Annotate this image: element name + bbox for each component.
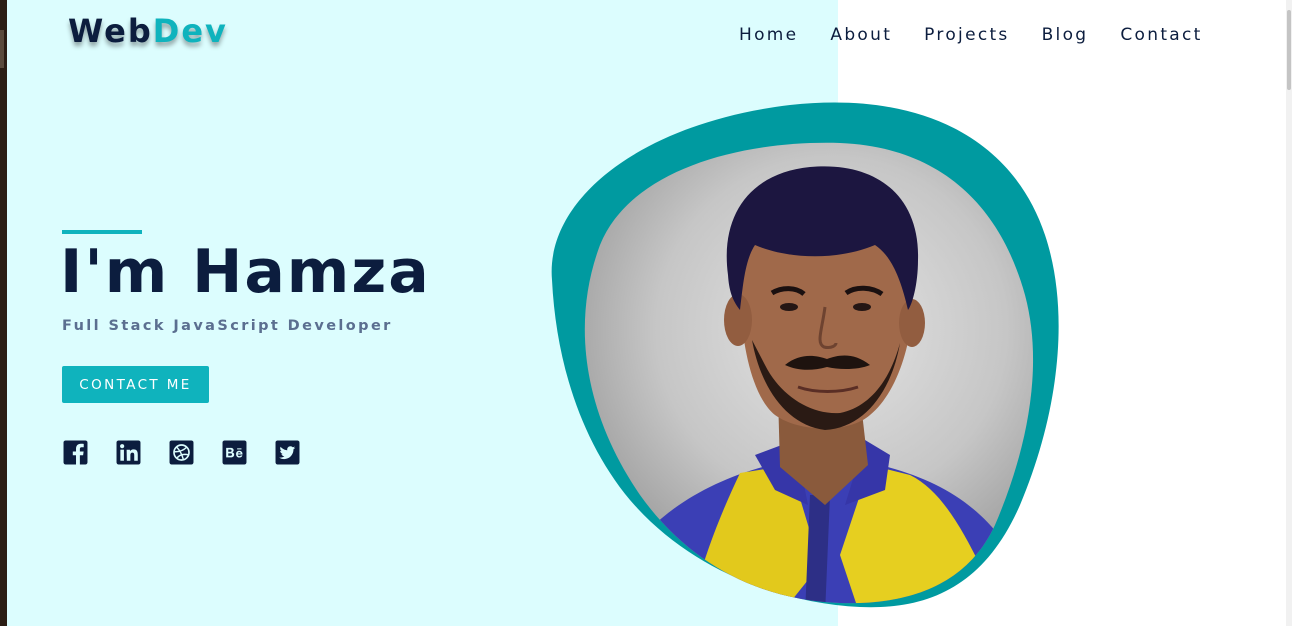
- nav-link-contact[interactable]: Contact: [1120, 24, 1202, 46]
- brand-logo-part2: Dev: [152, 12, 228, 50]
- contact-me-button[interactable]: CONTACT ME: [62, 366, 209, 403]
- facebook-icon[interactable]: [63, 440, 88, 465]
- window-edge: [0, 0, 7, 626]
- linkedin-icon[interactable]: [116, 440, 141, 465]
- brand-logo-part1: Web: [68, 12, 153, 50]
- window-edge-handle: [0, 30, 4, 68]
- hero-subtitle: Full Stack JavaScript Developer: [62, 318, 393, 334]
- nav-link-home[interactable]: Home: [739, 24, 798, 46]
- page: WebDev Home About Projects Blog Contact …: [0, 0, 1292, 626]
- profile-photo: [551, 102, 1059, 608]
- profile-portrait: [540, 95, 1070, 615]
- nav-link-blog[interactable]: Blog: [1042, 24, 1089, 46]
- hero-title: I'm Hamza: [60, 237, 431, 307]
- main-nav: Home About Projects Blog Contact: [739, 24, 1203, 46]
- vertical-scrollbar[interactable]: [1286, 0, 1292, 626]
- nav-link-about[interactable]: About: [830, 24, 892, 46]
- behance-icon[interactable]: [222, 440, 247, 465]
- scrollbar-thumb[interactable]: [1287, 10, 1291, 90]
- dribbble-icon[interactable]: [169, 440, 194, 465]
- twitter-icon[interactable]: [275, 440, 300, 465]
- brand-logo[interactable]: WebDev: [68, 12, 228, 50]
- nav-link-projects[interactable]: Projects: [924, 24, 1009, 46]
- social-links: [63, 440, 300, 465]
- title-accent-line: [62, 230, 142, 234]
